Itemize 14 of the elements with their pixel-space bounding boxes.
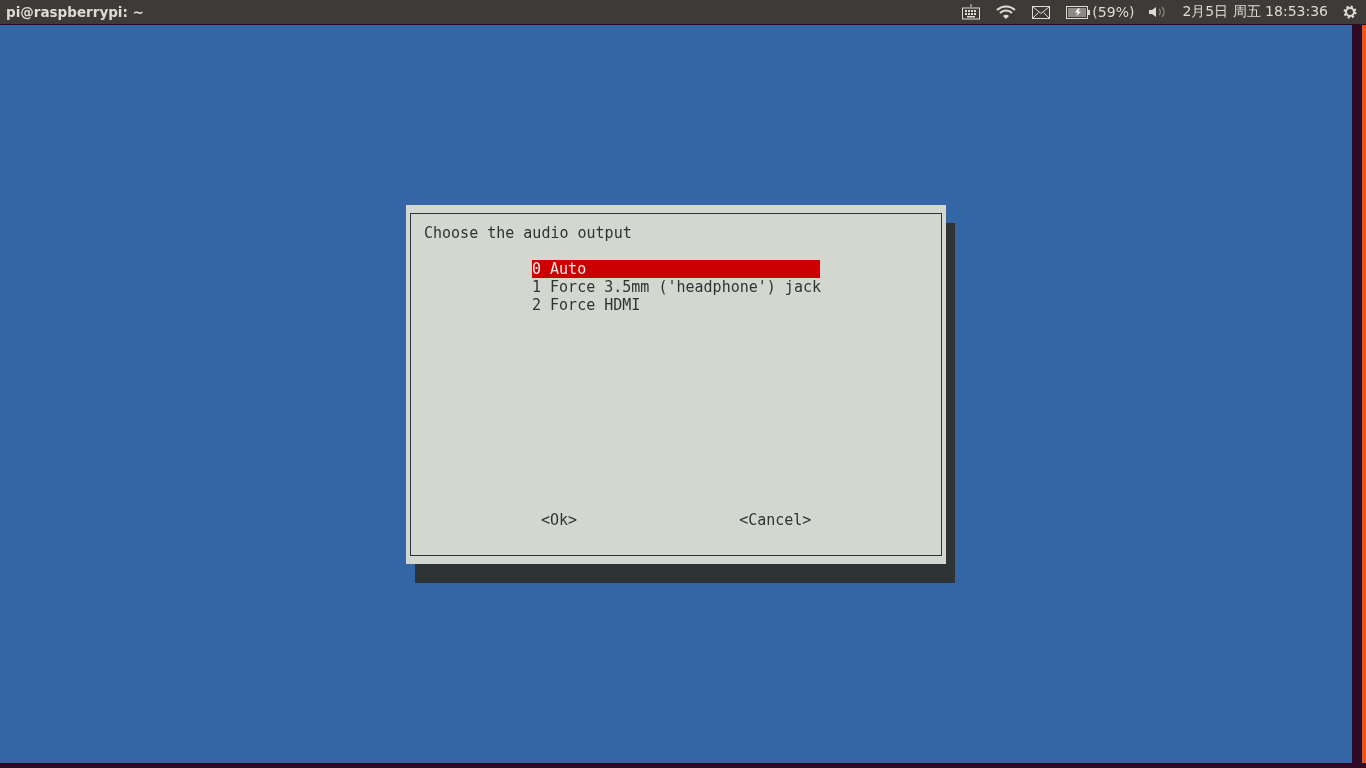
mail-icon[interactable] xyxy=(1032,5,1051,19)
dialog-prompt: Choose the audio output xyxy=(424,224,633,242)
battery-icon[interactable] xyxy=(1066,5,1091,19)
cancel-button[interactable]: <Cancel> xyxy=(739,511,812,529)
window-title: pi@raspberrypi: ~ xyxy=(5,4,145,20)
battery-percentage: (59%) xyxy=(1092,4,1135,20)
clock[interactable]: 2月5日 周五 18:53:36 xyxy=(1182,3,1328,21)
keyboard-icon[interactable] xyxy=(962,4,981,20)
menu-item[interactable]: 2 Force HDMI xyxy=(532,296,820,314)
menu-item[interactable]: 0 Auto xyxy=(532,260,820,278)
ok-button[interactable]: <Ok> xyxy=(541,511,578,529)
menu-item[interactable]: 1 Force 3.5mm ('headphone') jack xyxy=(532,278,820,296)
gear-icon[interactable] xyxy=(1342,4,1358,20)
wifi-icon[interactable] xyxy=(996,5,1017,19)
